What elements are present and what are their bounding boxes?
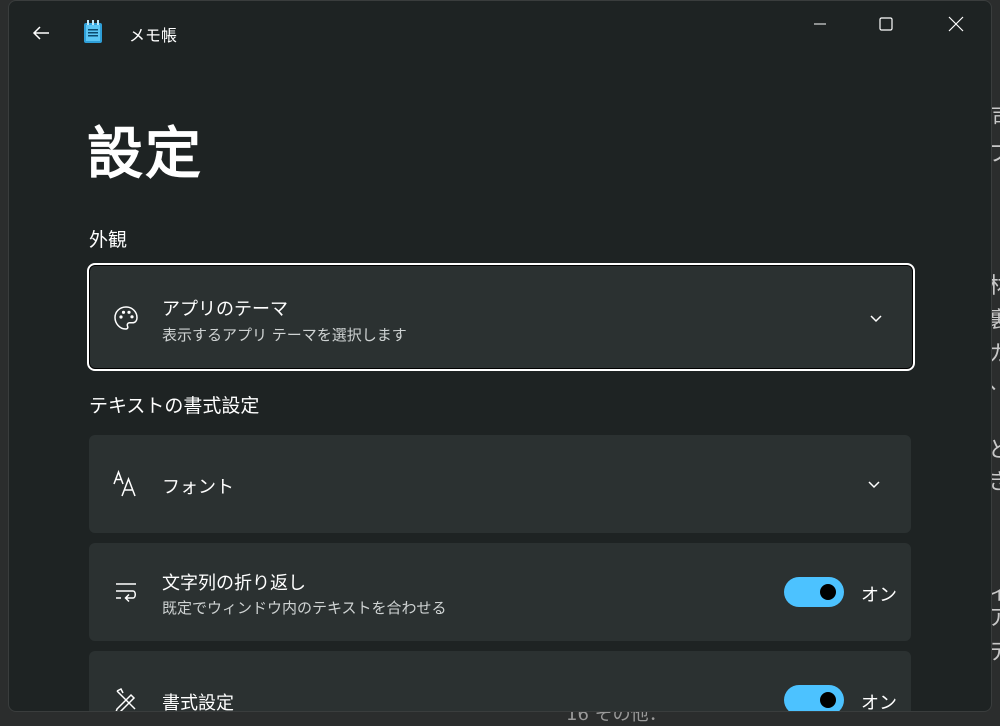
chevron-down-icon[interactable]	[867, 309, 885, 327]
palette-icon	[111, 303, 141, 333]
font-title: フォント	[162, 477, 234, 498]
formatting-icon	[111, 685, 141, 711]
title-bar[interactable]: メモ帳	[9, 1, 991, 57]
notepad-icon	[83, 20, 103, 44]
theme-setting-card[interactable]: アプリのテーマ 表示するアプリ テーマを選択します	[87, 263, 915, 371]
word-wrap-toggle[interactable]	[784, 577, 844, 607]
maximize-button[interactable]	[851, 1, 921, 47]
font-icon	[111, 469, 141, 499]
minimize-button[interactable]	[785, 1, 855, 47]
theme-description: 表示するアプリ テーマを選択します	[162, 326, 407, 344]
word-wrap-description: 既定でウィンドウ内のテキストを合わせる	[162, 599, 447, 617]
back-button[interactable]	[25, 17, 57, 49]
theme-title: アプリのテーマ	[162, 299, 288, 320]
wrap-icon	[111, 577, 141, 607]
word-wrap-title: 文字列の折り返し	[162, 573, 306, 594]
page-title: 設定	[87, 122, 203, 187]
formatting-state: オン	[861, 693, 897, 712]
chevron-down-icon[interactable]	[865, 475, 883, 493]
maximize-icon	[879, 17, 893, 31]
arrow-left-icon	[32, 26, 49, 40]
toggle-knob	[820, 584, 836, 600]
app-title: メモ帳	[129, 26, 178, 45]
close-button[interactable]	[921, 1, 991, 47]
word-wrap-state: オン	[861, 585, 897, 606]
section-label-text-format: テキストの書式設定	[89, 395, 260, 417]
word-wrap-setting-card: 文字列の折り返し 既定でウィンドウ内のテキストを合わせる オン	[89, 543, 911, 641]
close-icon	[948, 16, 964, 32]
settings-window: メモ帳 設定 外観 アプリのテーマ 表示するアプリ テーマを選択します テキスト…	[8, 0, 992, 712]
formatting-setting-card: 書式設定 オン	[89, 651, 911, 712]
formatting-toggle[interactable]	[784, 685, 844, 711]
font-setting-card[interactable]: フォント	[89, 435, 911, 533]
formatting-title: 書式設定	[162, 693, 234, 712]
toggle-knob	[820, 692, 836, 708]
minimize-icon	[814, 23, 826, 25]
section-label-appearance: 外観	[89, 229, 128, 251]
